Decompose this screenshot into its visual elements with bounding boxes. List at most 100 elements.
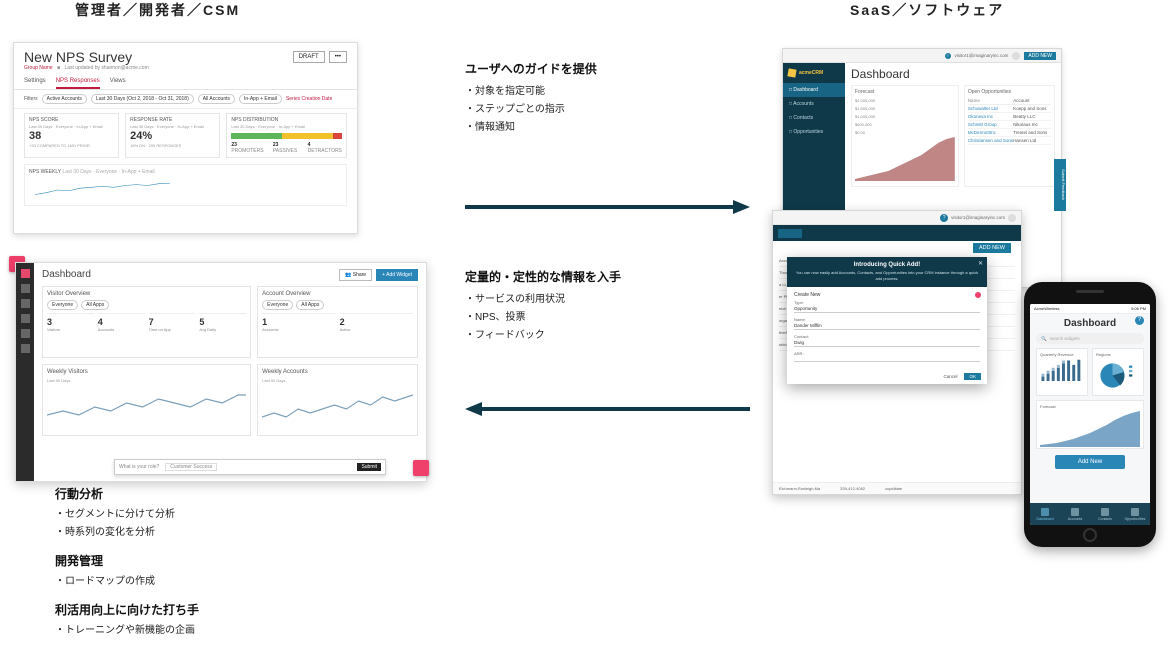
filter-pill[interactable]: All Apps — [296, 300, 324, 310]
nav-accounts[interactable]: □ Accounts — [783, 97, 845, 111]
tab-views[interactable]: Views — [110, 75, 126, 89]
add-widget-button[interactable]: + Add Widget — [376, 269, 418, 281]
submit-button[interactable]: Submit — [357, 463, 381, 471]
rail-item-icon[interactable] — [21, 284, 30, 293]
arr-input[interactable] — [794, 356, 980, 362]
crm-opps-card: Open Opportunities NameAccount Schowalte… — [964, 85, 1055, 187]
table-row: Schowalter LtdKoepp and Sons — [968, 105, 1051, 113]
rail-item-icon[interactable] — [21, 299, 30, 308]
help-icon[interactable]: ? — [1135, 316, 1144, 325]
weekly-accounts-chart — [262, 383, 413, 423]
nps-filters: Filters Active Accounts Last 30 Days (Oc… — [14, 90, 357, 109]
phone-dashboard-title: Dashboard — [1030, 314, 1150, 333]
filter-pill[interactable]: In-App + Email — [239, 94, 282, 104]
help-icon[interactable]: ? — [945, 53, 951, 59]
feedback-tab[interactable]: Submit Feedback — [1054, 159, 1066, 211]
draft-badge: DRAFT — [293, 51, 325, 63]
quick-add-dialog: Introducing Quick Add! You can now easil… — [787, 257, 987, 384]
nav-opportunities[interactable]: □ Opportunities — [783, 125, 845, 139]
dashboard-window: Dashboard 👥 Share + Add Widget Visitor O… — [15, 262, 427, 482]
weekly-accounts-card: Weekly Accounts Last 90 Days — [257, 364, 418, 436]
section-guide: ユーザへのガイドを提供 ・対象を指定可能 ・ステップごとの指示 ・情報通知 — [465, 60, 755, 137]
phone-area-chart — [1040, 411, 1140, 447]
nav-dashboard[interactable]: □ Dashboard — [783, 83, 845, 97]
arrow-left — [465, 402, 750, 416]
contact-input[interactable]: Dwig — [794, 339, 980, 347]
add-new-button[interactable]: ADD NEW — [1024, 52, 1056, 60]
filter-pill[interactable]: Last 30 Days (Oct 2, 2018 - Oct 31, 2018… — [91, 94, 194, 104]
name-input[interactable]: Dander Mifflin — [794, 322, 980, 330]
form-title: Create New — [794, 292, 980, 298]
table-row: Christiansen and SonsHansen Ltd — [968, 137, 1051, 145]
crm-logo: acmeCRM — [783, 63, 845, 83]
nps-survey-window: DRAFT ••• New NPS Survey Group Name ■ La… — [13, 42, 358, 234]
tab-opportunities[interactable]: Opportunities — [1120, 503, 1150, 525]
rail-logo-icon[interactable] — [21, 269, 30, 278]
opportunities-icon — [1131, 508, 1139, 516]
weekly-visitors-card: Weekly Visitors Last 90 Days — [42, 364, 251, 436]
center-block: ユーザへのガイドを提供 ・対象を指定可能 ・ステップごとの指示 ・情報通知 — [465, 60, 755, 147]
filter-pill[interactable]: All Accounts — [198, 94, 235, 104]
close-icon[interactable]: ✕ — [978, 260, 983, 267]
prompt-bar[interactable]: What is your role? Customer Success Subm… — [114, 459, 386, 475]
cancel-button[interactable]: Cancel — [940, 373, 960, 380]
phone-tab-bar: Dashboard Accounts Contacts Opportunitie… — [1030, 503, 1150, 525]
phone-speaker-icon — [1076, 290, 1104, 293]
phone-add-new-button[interactable]: Add New — [1055, 455, 1125, 469]
add-new-button[interactable]: ADD NEW — [973, 243, 1011, 253]
visitor-overview-card: Visitor Overview Everyone All Apps 3Visi… — [42, 286, 251, 358]
nps-score-card: NPS SCORE Last 30 Days · Everyone · In-A… — [24, 113, 119, 158]
user-email: visitor1@imaginaryinc.com — [955, 53, 1009, 58]
center-block-2: 定量的・定性的な情報を入手 ・サービスの利用状況 ・NPS、投票 ・フィードバッ… — [465, 268, 755, 355]
rail-item-icon[interactable] — [21, 344, 30, 353]
crm-forecast-card: Forecast $2,000,000 $1,500,000 $1,000,00… — [851, 85, 959, 187]
nps-dist-chart — [231, 133, 342, 139]
search-icon: 🔍 — [1041, 336, 1047, 342]
rail-item-icon[interactable] — [21, 314, 30, 323]
help-icon[interactable]: ? — [940, 214, 948, 222]
phone-status-bar: AcmeWireless9:06 PM — [1030, 304, 1150, 314]
phone-search-input[interactable]: 🔍 search widgets — [1036, 333, 1144, 344]
filter-pill[interactable]: Everyone — [47, 300, 78, 310]
account-overview-card: Account Overview Everyone All Apps 1Acco… — [257, 286, 418, 358]
phone-home-icon[interactable] — [1083, 528, 1097, 542]
more-icon[interactable]: ••• — [329, 51, 347, 63]
pendo-dot-icon[interactable] — [975, 292, 981, 298]
tab-dashboard[interactable]: Dashboard — [1030, 503, 1060, 525]
series-link[interactable]: Series Creation Date — [286, 96, 332, 102]
quick-add-window: ? visitor1@imaginaryinc.com ADD NEW Acco… — [772, 210, 1022, 495]
heading-admin: 管理者／開発者／CSM — [75, 0, 240, 20]
user-email: visitor1@imaginaryinc.com — [951, 215, 1005, 220]
tab-responses[interactable]: NPS Responses — [56, 75, 100, 89]
type-input[interactable]: Opportunity — [794, 305, 980, 313]
filter-pill[interactable]: Everyone — [262, 300, 293, 310]
cube-icon — [787, 68, 796, 77]
tab-accounts[interactable]: Accounts — [1060, 503, 1090, 525]
crm-dashboard-title: Dashboard — [851, 67, 1055, 81]
filters-label: Filters — [24, 96, 38, 102]
dashboard-rail — [16, 263, 34, 481]
phone-revenue-card: Quarterly Revenue — [1036, 348, 1088, 396]
tab-settings[interactable]: Settings — [24, 75, 46, 89]
accounts-icon — [1071, 508, 1079, 516]
nps-dist-card: NPS DISTRIBUTION Last 30 Days · Everyone… — [226, 113, 347, 158]
rail-item-icon[interactable] — [21, 329, 30, 338]
avatar[interactable] — [1012, 52, 1020, 60]
nps-subtitle: Group Name ■ Last updated by shannon@acm… — [14, 65, 357, 75]
tab-contacts[interactable]: Contacts — [1090, 503, 1120, 525]
nps-weekly-chart: NPS WEEKLY Last 30 Days · Everyone · In-… — [24, 164, 347, 206]
phone-pie-chart — [1096, 359, 1140, 392]
filter-pill[interactable]: Active Accounts — [42, 94, 87, 104]
table-row: McDermottIncTreutel and Sons — [968, 129, 1051, 137]
nps-rate-card: RESPONSE RATE Last 30 Days · Everyone · … — [125, 113, 220, 158]
nav-contacts[interactable]: □ Contacts — [783, 111, 845, 125]
left-cluster: DRAFT ••• New NPS Survey Group Name ■ La… — [5, 42, 435, 472]
filter-pill[interactable]: All Apps — [81, 300, 109, 310]
ok-button[interactable]: OK — [964, 373, 981, 380]
search-bar — [773, 225, 1021, 241]
search-input[interactable] — [778, 229, 802, 238]
section-info: 定量的・定性的な情報を入手 ・サービスの利用状況 ・NPS、投票 ・フィードバッ… — [465, 268, 755, 345]
avatar[interactable] — [1008, 214, 1016, 222]
pendo-badge-icon[interactable] — [413, 460, 429, 476]
share-button[interactable]: 👥 Share — [339, 269, 372, 281]
